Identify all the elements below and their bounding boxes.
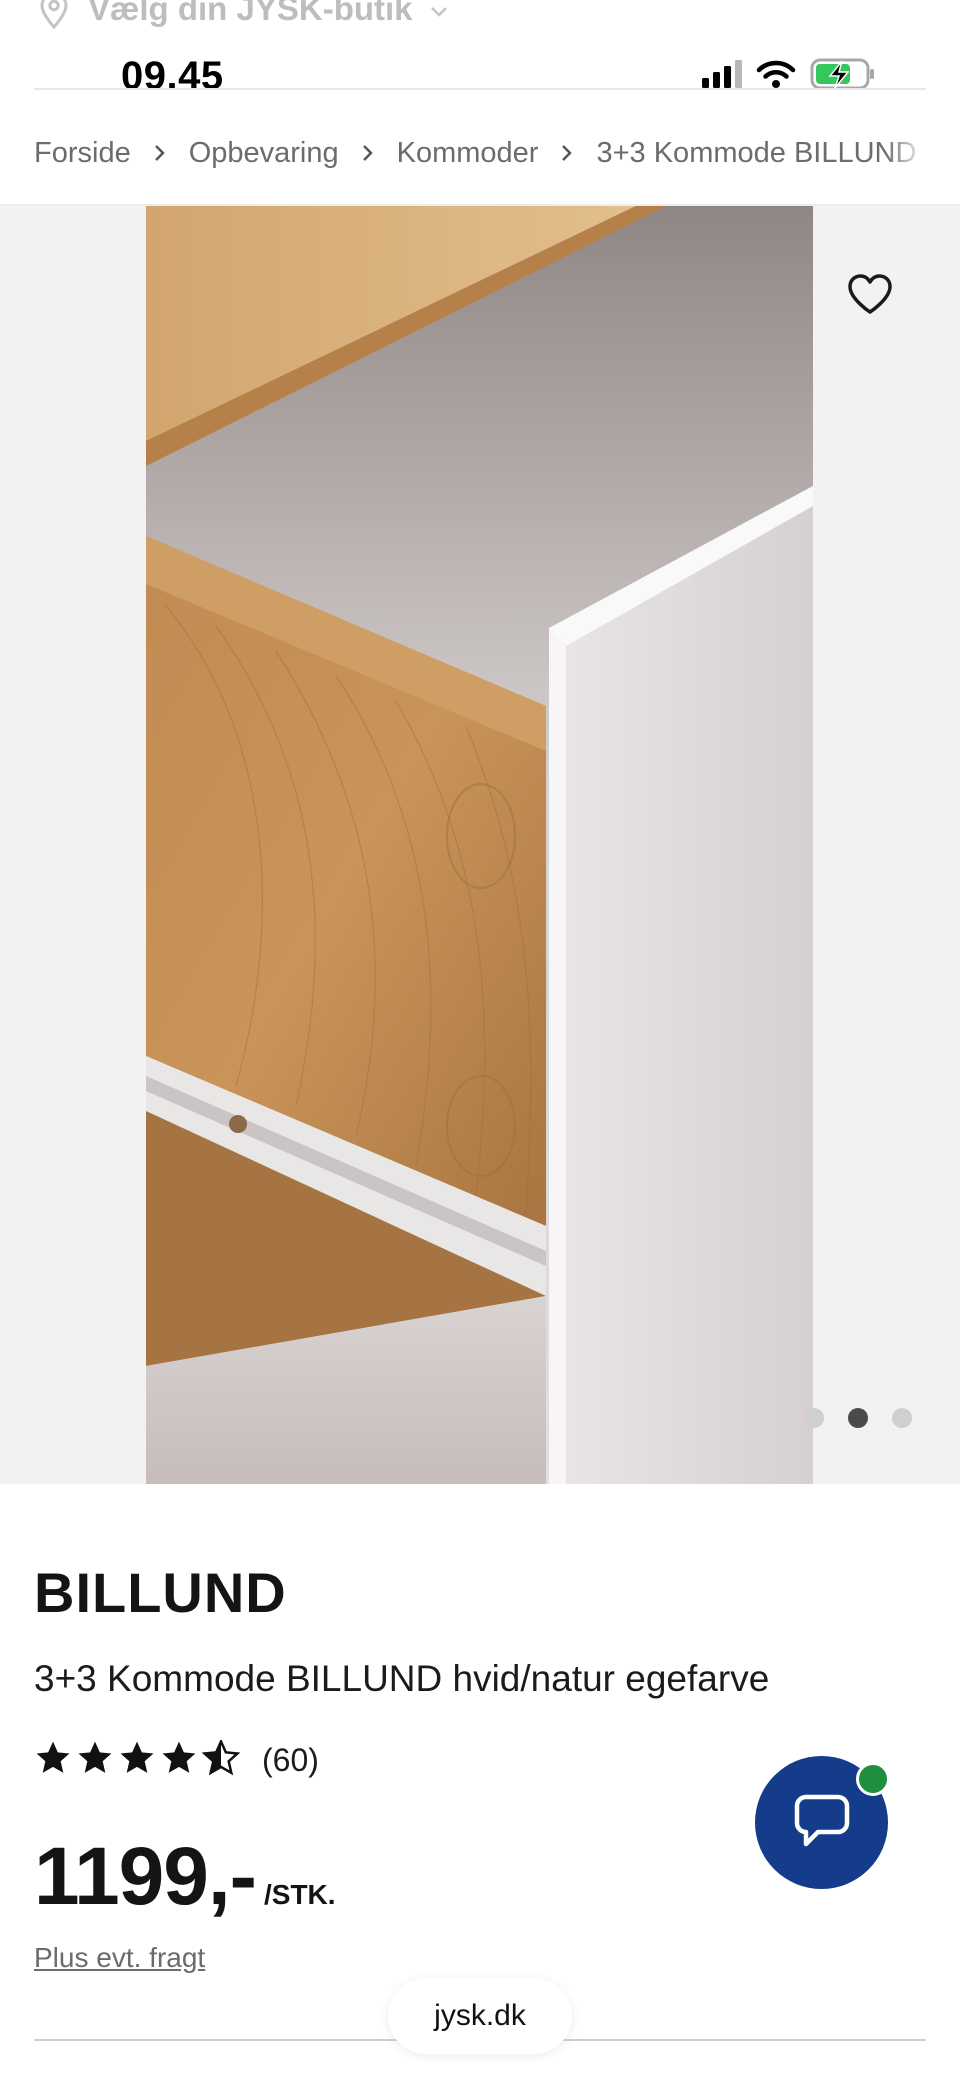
- breadcrumb: Forside Opbevaring Kommoder 3+3 Kommode …: [34, 130, 926, 176]
- product-photo[interactable]: [146, 206, 813, 1484]
- chevron-down-icon: [427, 0, 451, 23]
- star-icon: [160, 1740, 198, 1781]
- gallery-dot-active[interactable]: [848, 1408, 868, 1428]
- product-image-gallery[interactable]: [0, 206, 960, 1484]
- store-selector[interactable]: Vælg din JYSK-butik: [34, 0, 451, 34]
- product-name: 3+3 Kommode BILLUND hvid/natur egefarve: [34, 1658, 770, 1699]
- price-unit: /STK.: [263, 1879, 336, 1910]
- online-status-badge: [856, 1762, 890, 1796]
- breadcrumb-current: 3+3 Kommode BILLUND: [596, 136, 917, 169]
- breadcrumb-storage[interactable]: Opbevaring: [189, 137, 339, 170]
- rating-count: (60): [262, 1742, 319, 1778]
- price-row: 1199,- /STK.: [34, 1830, 336, 1924]
- product-price: 1199,-: [34, 1831, 257, 1922]
- gallery-dot[interactable]: [804, 1408, 824, 1428]
- star-icon: [76, 1740, 114, 1781]
- star-icon: [34, 1740, 72, 1781]
- product-rating[interactable]: (60): [34, 1738, 319, 1781]
- chevron-right-icon: [131, 143, 189, 163]
- star-icon: [118, 1740, 156, 1781]
- chat-bubble-icon: [792, 1791, 852, 1854]
- heart-icon[interactable]: [846, 272, 894, 316]
- gallery-dot[interactable]: [892, 1408, 912, 1428]
- rating-stars: [34, 1738, 241, 1781]
- browser-url-pill[interactable]: jysk.dk: [388, 1978, 572, 2054]
- chat-button[interactable]: [755, 1756, 890, 1889]
- breadcrumb-dressers[interactable]: Kommoder: [397, 137, 539, 170]
- gallery-pagination: [804, 1408, 912, 1428]
- chevron-right-icon: [339, 143, 397, 163]
- half-star-icon: [201, 1738, 241, 1781]
- product-brand: BILLUND: [34, 1561, 287, 1624]
- shipping-link[interactable]: Plus evt. fragt: [34, 1942, 205, 1974]
- status-time: 09.45: [121, 54, 224, 98]
- status-bar: 09.45: [0, 40, 960, 98]
- breadcrumb-home[interactable]: Forside: [34, 137, 131, 170]
- location-pin-icon: [34, 0, 74, 31]
- header-divider: [34, 88, 926, 90]
- store-selector-label: Vælg din JYSK-butik: [88, 0, 413, 27]
- chevron-right-icon: [538, 143, 596, 163]
